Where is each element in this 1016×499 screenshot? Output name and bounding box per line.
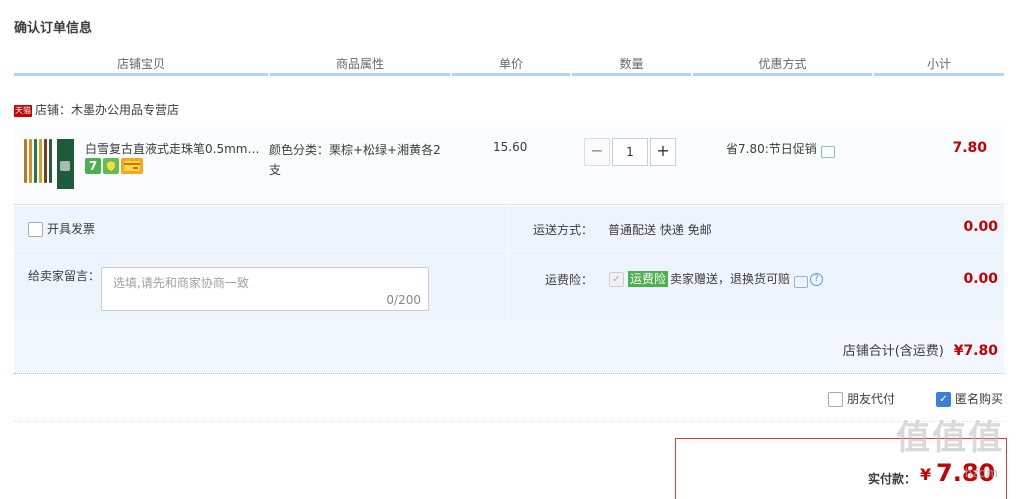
- shop-line: 天猫 店铺：木墨办公用品专营店: [14, 102, 179, 118]
- invoice-option[interactable]: 开具发票: [28, 220, 95, 237]
- message-placeholder: 选填,请先和商家协商一致: [113, 276, 249, 290]
- credit-card-icon[interactable]: [121, 158, 143, 174]
- watermark: 值值值: [896, 418, 1004, 458]
- col-promotion: 优惠方式: [693, 56, 872, 76]
- pay-by-friend-label: 朋友代付: [847, 392, 896, 406]
- pay-label: 实付款：: [868, 472, 917, 486]
- shipping-fee: 0.00: [963, 219, 998, 235]
- invoice-cell: 开具发票: [14, 206, 507, 250]
- shop-total-value: ¥7.80: [953, 343, 998, 359]
- product-thumbnail[interactable]: [24, 139, 74, 189]
- insurance-label: 运费险：: [545, 273, 594, 287]
- anonymous-purchase-option[interactable]: ✓ 匿名购买: [936, 390, 1003, 407]
- table-header: 店铺宝贝 商品属性 单价 数量 优惠方式 小计: [14, 56, 1004, 76]
- promotion-text: 省7.80:节日促销: [726, 142, 817, 156]
- shipping-method[interactable]: 普通配送 快递 免邮: [608, 221, 712, 238]
- seller-message-input[interactable]: 选填,请先和商家协商一致 0/200: [101, 267, 429, 311]
- unit-price: 15.60: [493, 140, 528, 154]
- insurance-checkbox: ✓: [609, 272, 624, 287]
- insurance-option: ✓ 运费险 卖家赠送，退换货可赔?: [609, 270, 824, 288]
- seven-day-return-icon[interactable]: 7: [85, 158, 101, 174]
- chat-icon[interactable]: [820, 145, 835, 158]
- shop-name[interactable]: 店铺：木墨办公用品专营店: [35, 103, 179, 117]
- anonymous-purchase-label: 匿名购买: [955, 392, 1004, 406]
- quantity-minus-button[interactable]: −: [584, 138, 610, 166]
- col-shop-item: 店铺宝贝: [14, 56, 268, 76]
- invoice-label: 开具发票: [47, 222, 96, 236]
- pay-by-friend-option[interactable]: 朋友代付: [828, 390, 895, 407]
- chat-icon[interactable]: [794, 275, 809, 288]
- pay-currency: ¥: [920, 465, 932, 484]
- shop-total: 店铺合计(含运费) ¥7.80: [843, 340, 998, 359]
- page-title: 确认订单信息: [14, 21, 93, 36]
- shipping-label: 运送方式：: [533, 223, 594, 237]
- quantity-stepper: −1 +: [584, 138, 676, 166]
- order-item-row: 白雪复古直液式走珠笔0.5mm… 7 颜色分类：栗棕+松绿+湘黄各2支 15.6…: [14, 127, 1004, 205]
- col-price: 单价: [452, 56, 570, 76]
- anonymous-purchase-checkbox[interactable]: ✓: [936, 392, 951, 407]
- insurance-tag: 运费险: [628, 271, 669, 287]
- item-subtotal: 7.80: [952, 140, 987, 156]
- product-attributes: 颜色分类：栗棕+松绿+湘黄各2支: [269, 143, 441, 177]
- product-name-link[interactable]: 白雪复古直液式走珠笔0.5mm…: [85, 140, 260, 157]
- insurance-fee: 0.00: [963, 271, 998, 287]
- tmall-badge-icon: 天猫: [14, 104, 32, 117]
- col-subtotal: 小计: [874, 56, 1004, 76]
- col-quantity: 数量: [572, 56, 691, 76]
- divider: [14, 421, 1004, 422]
- pay-by-friend-checkbox[interactable]: [828, 392, 843, 407]
- shipping-cell: 运送方式： 普通配送 快递 免邮 0.00: [509, 206, 1004, 250]
- help-icon[interactable]: ?: [810, 273, 824, 286]
- insurance-text: 卖家赠送，退换货可赔: [670, 272, 791, 286]
- message-counter: 0/200: [386, 293, 421, 307]
- col-attributes: 商品属性: [270, 56, 450, 76]
- service-badges: 7: [85, 158, 145, 176]
- watermark-sub: hzdm: [964, 466, 998, 480]
- guarantee-icon[interactable]: [103, 158, 119, 174]
- order-options-panel: 开具发票 运送方式： 普通配送 快递 免邮 0.00 给卖家留言： 选填,请先和…: [14, 206, 1004, 374]
- insurance-cell: 运费险： ✓ 运费险 卖家赠送，退换货可赔? 0.00: [509, 252, 1004, 320]
- quantity-input[interactable]: 1: [612, 138, 648, 166]
- message-label: 给卖家留言：: [28, 269, 101, 283]
- quantity-plus-button[interactable]: +: [650, 138, 676, 166]
- promotion: 省7.80:节日促销: [726, 140, 835, 158]
- shop-total-label: 店铺合计(含运费): [842, 344, 944, 359]
- invoice-checkbox[interactable]: [28, 222, 43, 237]
